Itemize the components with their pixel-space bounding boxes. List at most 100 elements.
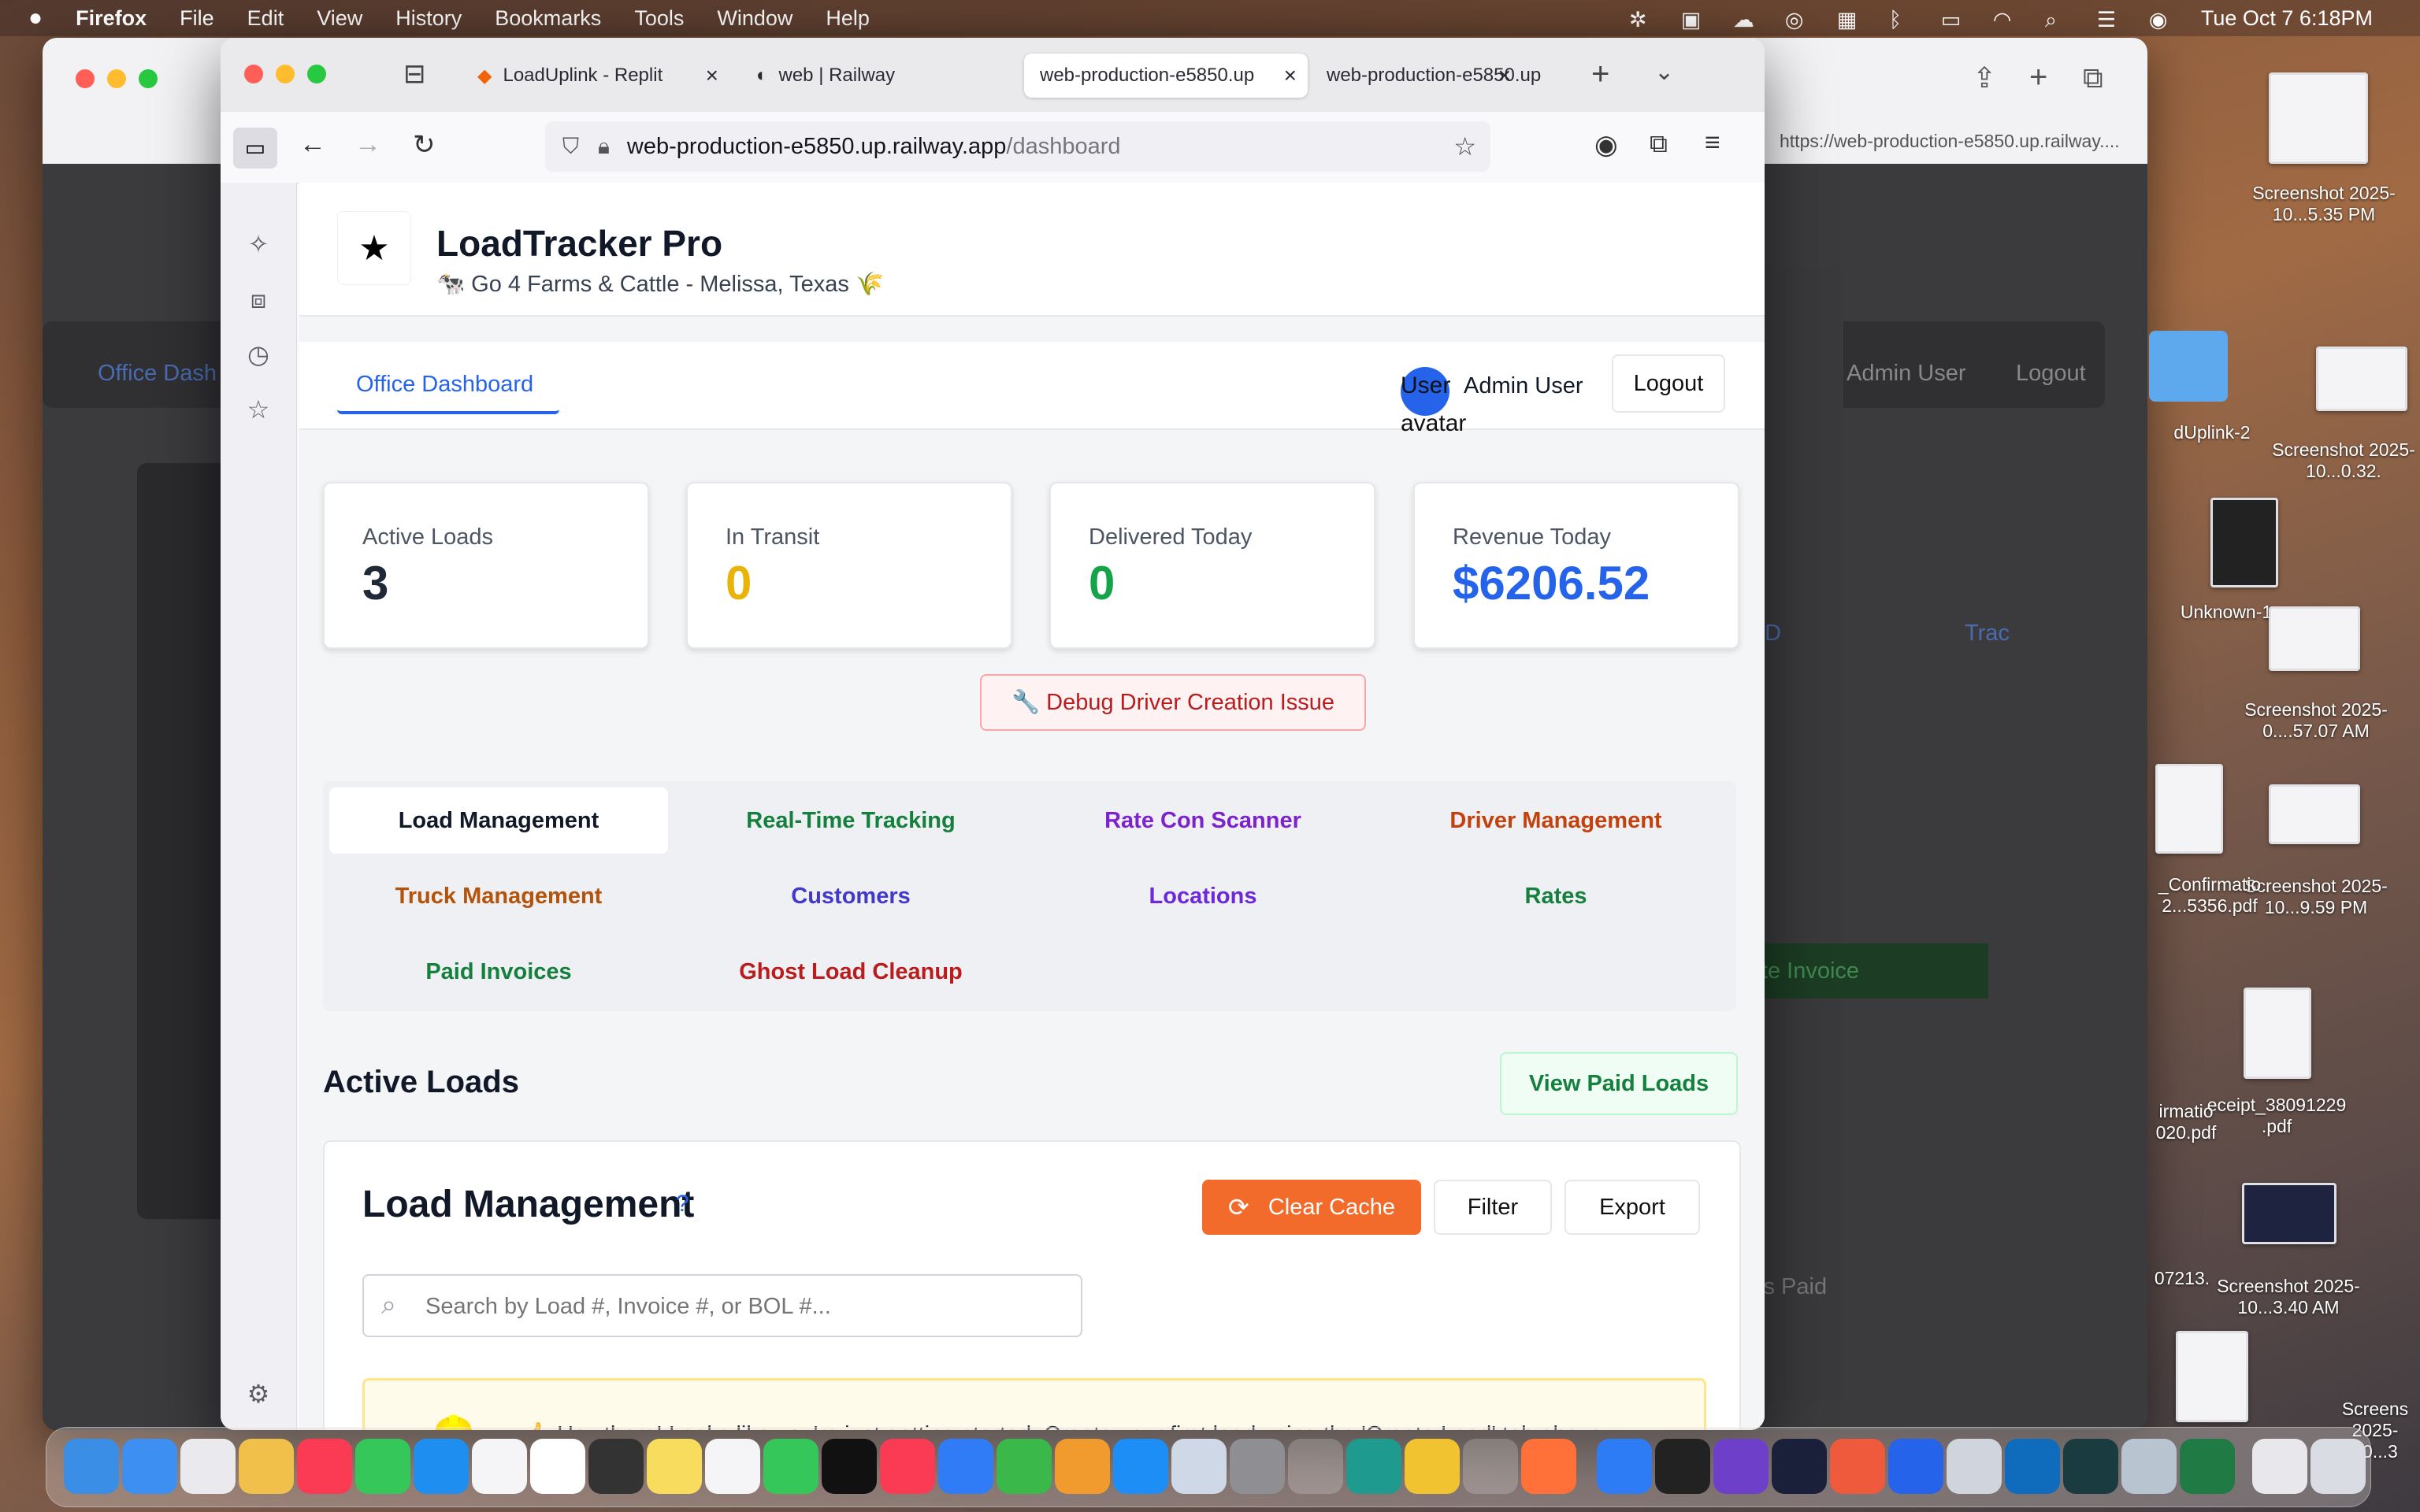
github-icon[interactable] [1713, 1439, 1769, 1494]
downloads-stack-icon[interactable] [2252, 1439, 2307, 1494]
desktop-item-label[interactable]: 07213. [2143, 1268, 2221, 1289]
tab-ghost-load-cleanup[interactable]: Ghost Load Cleanup [681, 939, 1020, 1005]
tab-overview-icon[interactable]: ⊟ [403, 58, 426, 90]
preview-icon[interactable] [1171, 1439, 1227, 1494]
menu-app-name[interactable]: Firefox [76, 6, 147, 31]
bookmark-star-icon[interactable]: ☆ [1453, 132, 1476, 161]
menu-bookmarks[interactable]: Bookmarks [495, 6, 601, 31]
bg-tabs-icon[interactable]: ⧉ [2083, 61, 2103, 95]
migration-icon[interactable] [2121, 1439, 2177, 1494]
view-paid-loads-button[interactable]: View Paid Loads [1500, 1052, 1738, 1115]
close-tab-icon[interactable]: × [1284, 63, 1297, 88]
bg-newtab-icon[interactable]: + [2029, 60, 2047, 95]
bg-minimize-button[interactable] [107, 69, 126, 88]
menu-view[interactable]: View [317, 6, 362, 31]
vscode-icon[interactable] [1772, 1439, 1827, 1494]
utility-icon[interactable] [1947, 1439, 2002, 1494]
folder-icon[interactable] [2149, 331, 2228, 402]
unknown-app-icon[interactable] [1463, 1439, 1518, 1494]
desktop-thumb-8[interactable] [2176, 1331, 2248, 1422]
freeform-icon[interactable] [705, 1439, 760, 1494]
tab-rates[interactable]: Rates [1386, 863, 1725, 929]
photos-icon[interactable] [239, 1439, 294, 1494]
system-settings-icon[interactable] [1230, 1439, 1285, 1494]
tab-customers[interactable]: Customers [681, 863, 1020, 929]
menu-help[interactable]: Help [826, 6, 870, 31]
tab-loaduplink[interactable]: ◆ LoadUplink - Replit × [462, 54, 729, 98]
app-store-icon[interactable] [1113, 1439, 1168, 1494]
chatgpt-icon[interactable] [1655, 1439, 1710, 1494]
new-tab-icon[interactable]: + [1591, 57, 1609, 92]
tab-web-production-active[interactable]: web-production-e5850.up × [1024, 54, 1308, 98]
desktop-thumb-7[interactable] [2242, 1183, 2336, 1244]
zoom-window-button[interactable] [307, 65, 326, 83]
facetime-icon[interactable] [355, 1439, 410, 1494]
desktop-item-label[interactable]: Screenshot 2025-10...0.32. [2269, 439, 2418, 482]
close-window-button[interactable] [244, 65, 263, 83]
menu-history[interactable]: History [395, 6, 462, 31]
back-icon[interactable]: ← [299, 129, 326, 160]
outlook-icon[interactable] [2005, 1439, 2060, 1494]
printer-icon[interactable] [1888, 1439, 1943, 1494]
desktop-item-label[interactable]: Screenshot 2025-0....57.07 AM [2237, 699, 2395, 742]
bg-url-text[interactable]: https://web-production-e5850.up.railway.… [1780, 131, 2120, 152]
settings-gear-icon[interactable]: ⚙ [244, 1380, 273, 1408]
extensions-icon[interactable]: ⧉ [1650, 129, 1668, 159]
menubar-clock[interactable]: Tue Oct 7 6:18PM [2201, 6, 2373, 31]
ai-chatbot-icon[interactable]: ✧ [244, 230, 273, 258]
history-icon[interactable]: ◷ [244, 340, 273, 369]
minimize-window-button[interactable] [276, 65, 295, 83]
bg-logout[interactable]: Logout [2016, 361, 2086, 387]
chatgpt-icon[interactable]: ◎ [1785, 8, 1810, 32]
logout-button[interactable]: Logout [1612, 354, 1725, 413]
status-icon-a[interactable]: ✲ [1629, 8, 1654, 32]
sidebar-toggle-icon[interactable]: ▭ [233, 128, 277, 169]
desktop-thumb-2[interactable] [2316, 346, 2407, 411]
tab-office-dashboard[interactable]: Office Dashboard [337, 367, 559, 414]
desktop-item-label[interactable]: irmatio 020.pdf [2143, 1101, 2229, 1143]
teamviewer-icon[interactable] [1597, 1439, 1652, 1494]
siri-icon[interactable]: ◉ [2149, 8, 2174, 32]
desktop-thumb-4[interactable] [2269, 606, 2360, 671]
tab-list-chevron-icon[interactable]: ⌄ [1654, 58, 1674, 86]
desktop-item-label[interactable]: dUplink-2 [2149, 422, 2275, 443]
pdf-file-icon[interactable] [2244, 988, 2311, 1079]
search-icon[interactable]: ⌕ [2045, 8, 2070, 32]
pages-icon[interactable] [1055, 1439, 1110, 1494]
reload-icon[interactable]: ↻ [413, 129, 436, 161]
desktop-thumb-3[interactable] [2210, 498, 2278, 587]
music-icon[interactable] [297, 1439, 352, 1494]
apple-icon[interactable]: ● [28, 5, 43, 32]
menu-hamburger-icon[interactable]: ≡ [1705, 128, 1720, 158]
status-icon-b[interactable]: ▣ [1681, 8, 1706, 32]
search-input[interactable] [424, 1285, 1065, 1328]
trash-icon[interactable] [2311, 1439, 2366, 1494]
cloud-icon[interactable]: ☁ [1733, 8, 1758, 32]
desktop-item-label[interactable]: Screenshot 2025-10...3.40 AM [2198, 1276, 2379, 1318]
close-tab-icon[interactable]: × [1498, 63, 1511, 88]
safari-icon[interactable] [414, 1439, 469, 1494]
clear-cache-button[interactable]: ⟳ Clear Cache [1202, 1180, 1421, 1235]
bg-nav-tab[interactable]: Office Dash [98, 361, 217, 387]
calendar-icon[interactable] [530, 1439, 585, 1494]
mail-icon[interactable] [122, 1439, 177, 1494]
control-center-icon[interactable]: ☰ [2097, 8, 2122, 32]
filter-button[interactable]: Filter [1434, 1180, 1552, 1235]
export-button[interactable]: Export [1564, 1180, 1700, 1235]
bookmarks-star-icon[interactable]: ☆ [244, 395, 273, 424]
account-icon[interactable]: ◉ [1594, 129, 1618, 161]
synced-tabs-icon[interactable]: ⧈ [244, 285, 273, 313]
keynote-icon[interactable] [938, 1439, 993, 1494]
numbers-icon[interactable] [997, 1439, 1052, 1494]
tab-paid-invoices[interactable]: Paid Invoices [329, 939, 668, 1005]
tab-truck-management[interactable]: Truck Management [329, 863, 668, 929]
menu-edit[interactable]: Edit [247, 6, 284, 31]
menu-file[interactable]: File [180, 6, 214, 31]
firefox-icon[interactable] [1521, 1439, 1576, 1494]
chrome-icon[interactable] [1405, 1439, 1460, 1494]
bg-track-button[interactable]: Trac [1965, 621, 2010, 647]
menu-window[interactable]: Window [717, 6, 792, 31]
desktop-item-label[interactable]: Screenshot 2025-10...5.35 PM [2237, 183, 2411, 225]
bg-share-icon[interactable]: ⇪ [1973, 61, 1996, 94]
desktop-item-label[interactable]: _Confirmatio 2...5356.pdf [2143, 874, 2277, 917]
